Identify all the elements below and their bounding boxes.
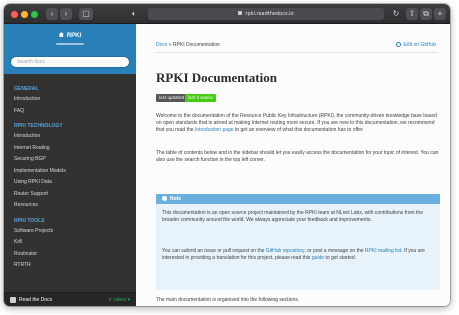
breadcrumb-docs-link[interactable]: Docs bbox=[156, 42, 167, 48]
tabs-overview-icon[interactable]: ⧉ bbox=[420, 8, 432, 20]
sidebar-item-using-rpki-data[interactable]: Using RPKI Data bbox=[4, 177, 136, 189]
main-content: Docs » RPKI Documentation Edit on GitHub… bbox=[136, 24, 450, 306]
home-icon bbox=[58, 32, 64, 37]
sidebar-item-implementation-models[interactable]: Implementation Models bbox=[4, 166, 136, 178]
address-bar[interactable]: rpki.readthedocs.io bbox=[148, 8, 384, 20]
note-paragraph-1: This documentation is an open source pro… bbox=[162, 210, 423, 223]
edit-label: Edit on GitHub bbox=[403, 42, 436, 48]
github-repository-link[interactable]: GitHub repository bbox=[266, 248, 305, 254]
lock-icon bbox=[238, 11, 243, 15]
breadcrumb-divider bbox=[156, 52, 438, 53]
browser-toolbar: ‹ › ▢ ◐ rpki.readthedocs.io ↻ ⇧ ⧉ + bbox=[4, 4, 450, 24]
read-the-docs-bar[interactable]: Read the Docs v: latest ▾ bbox=[4, 292, 136, 306]
sidebar-item-introduction[interactable]: Introduction bbox=[4, 94, 136, 106]
nav-caption-general: GENERAL bbox=[14, 86, 39, 92]
forward-button[interactable]: › bbox=[60, 8, 72, 20]
browser-window: ‹ › ▢ ◐ rpki.readthedocs.io ↻ ⇧ ⧉ + RPKI… bbox=[4, 4, 450, 306]
note-header: Note bbox=[156, 194, 440, 204]
nav-caption-rpki-technology: RPKI TECHNOLOGY bbox=[14, 123, 63, 129]
nav-caption-rpki-tools: RPKI TOOLS bbox=[14, 217, 45, 224]
sidebar-item-tech-introduction[interactable]: Introduction bbox=[4, 131, 136, 143]
reload-icon[interactable]: ↻ bbox=[390, 8, 402, 20]
note-text-b: , or post a message on the bbox=[304, 248, 365, 254]
new-tab-button[interactable]: + bbox=[434, 8, 446, 20]
version-indicator bbox=[56, 43, 84, 45]
note-admonition: Note This documentation is an open sourc… bbox=[156, 194, 440, 290]
mailing-list-link[interactable]: RPKI mailing list bbox=[365, 248, 401, 254]
sidebar-item-routinator[interactable]: Routinator bbox=[4, 249, 136, 261]
last-updated-badge-value: last 4 weeks bbox=[185, 94, 216, 102]
note-title: Note bbox=[170, 196, 182, 202]
intro-text-b: to get an overview of what this document… bbox=[233, 127, 364, 133]
sidebar-item-software-projects[interactable]: Software Projects bbox=[4, 226, 136, 238]
close-window-button[interactable] bbox=[11, 11, 18, 18]
sidebar: RPKI Search docs GENERAL Introduction FA… bbox=[4, 24, 136, 306]
sidebar-item-resources[interactable]: Resources bbox=[4, 200, 136, 212]
toc-paragraph: The table of contents below and in the s… bbox=[156, 150, 439, 163]
page-title: RPKI Documentation bbox=[156, 70, 277, 85]
minimize-window-button[interactable] bbox=[21, 11, 28, 18]
search-input[interactable]: Search docs bbox=[10, 56, 130, 68]
brand-link[interactable]: RPKI bbox=[4, 32, 136, 39]
edit-on-github-link[interactable]: Edit on GitHub bbox=[396, 42, 436, 48]
translation-guide-link[interactable]: guide bbox=[312, 255, 324, 261]
sidebar-item-securing-bgp[interactable]: Securing BGP bbox=[4, 154, 136, 166]
share-icon[interactable]: ⇧ bbox=[406, 8, 418, 20]
last-updated-badge-label: last updated bbox=[156, 94, 188, 102]
breadcrumb: Docs » RPKI Documentation bbox=[156, 42, 220, 48]
version-selector[interactable]: v: latest ▾ bbox=[109, 293, 130, 306]
brand-label: RPKI bbox=[66, 33, 82, 39]
sidebar-item-internet-routing[interactable]: Internet Routing bbox=[4, 143, 136, 155]
sidebar-item-krill[interactable]: Krill bbox=[4, 237, 136, 249]
rtd-label: Read the Docs bbox=[19, 297, 53, 303]
url-text: rpki.readthedocs.io bbox=[245, 11, 294, 17]
info-icon bbox=[162, 196, 167, 201]
sidebar-item-faq[interactable]: FAQ bbox=[4, 106, 136, 118]
sidebar-toggle-icon[interactable]: ▢ bbox=[79, 8, 93, 20]
book-icon bbox=[10, 297, 16, 303]
note-text-a: You can submit an issue or pull request … bbox=[162, 248, 266, 254]
intro-paragraph: Welcome to the documentation of the Reso… bbox=[156, 113, 440, 134]
note-paragraph-2: You can submit an issue or pull request … bbox=[162, 248, 434, 262]
sidebar-item-router-support[interactable]: Router Support bbox=[4, 189, 136, 201]
shield-icon[interactable]: ◐ bbox=[128, 8, 140, 20]
introduction-page-link[interactable]: Introduction page bbox=[195, 127, 234, 133]
github-icon bbox=[396, 42, 402, 47]
note-text-d: to get started. bbox=[324, 255, 357, 261]
sidebar-item-rtrtr[interactable]: RTRTR bbox=[4, 260, 136, 272]
breadcrumb-current: RPKI Documentation bbox=[172, 42, 220, 48]
sidebar-header: RPKI Search docs bbox=[4, 24, 136, 74]
back-button[interactable]: ‹ bbox=[46, 8, 58, 20]
sections-paragraph: The main documentation is organised into… bbox=[156, 297, 300, 303]
maximize-window-button[interactable] bbox=[31, 11, 38, 18]
sidebar-nav: GENERAL Introduction FAQ RPKI TECHNOLOGY… bbox=[4, 80, 136, 272]
